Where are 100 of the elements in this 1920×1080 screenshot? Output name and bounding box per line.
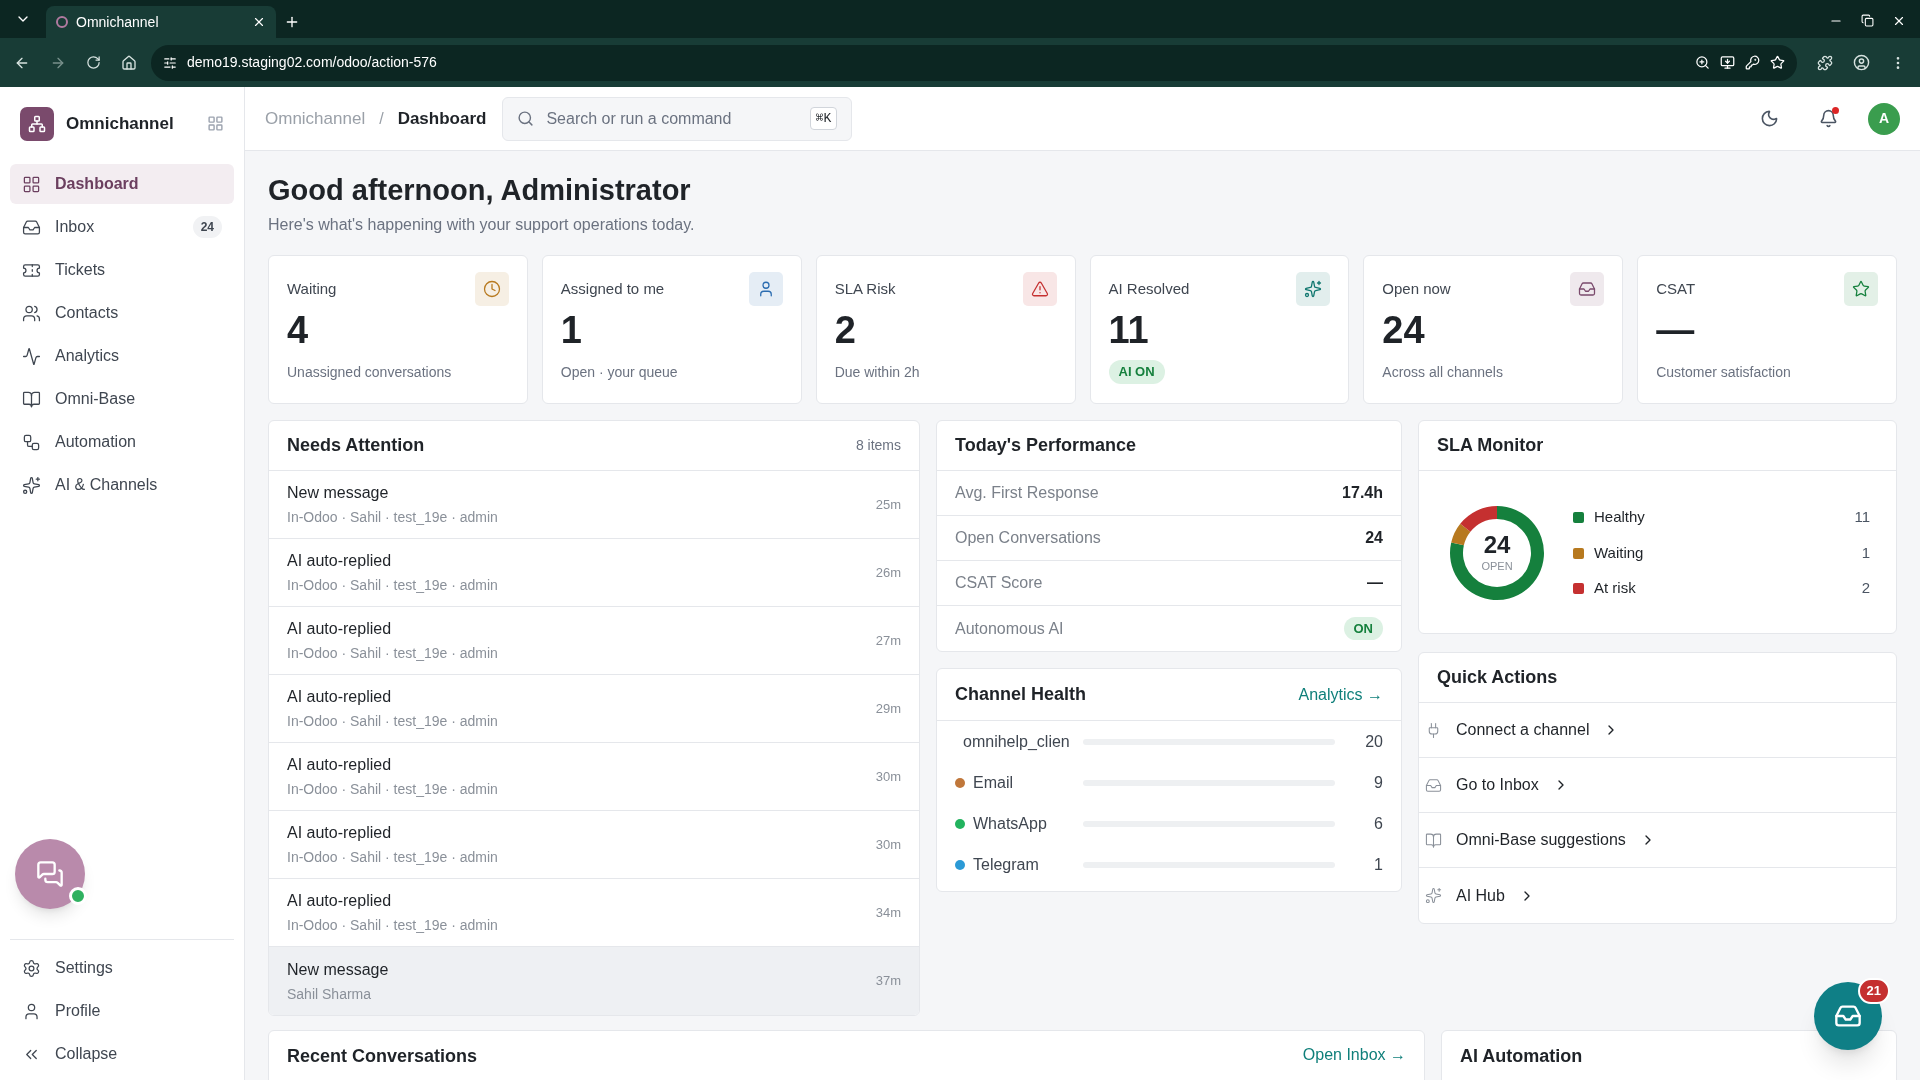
card-title: Needs Attention [287, 434, 425, 457]
profile-icon[interactable] [1853, 54, 1870, 71]
extensions-icon[interactable] [1817, 54, 1833, 71]
attention-item[interactable]: AI auto-replied In-Odoo · Sahil · test_19e · admin 29m [269, 675, 919, 743]
stat-value: 11 [1108, 308, 1150, 352]
nav-item[interactable]: Automation [10, 422, 234, 462]
item-meta: In-Odoo · Sahil · test_19e · admin [287, 848, 499, 867]
stat-label: Open now [1382, 278, 1451, 299]
nav-item[interactable]: Contacts [10, 293, 234, 333]
nav-item[interactable]: Collapse [10, 1034, 234, 1074]
item-title: AI auto-replied [287, 551, 393, 571]
channel-name: Email [973, 772, 1013, 793]
legend-count: 1 [1861, 542, 1870, 563]
site-settings-icon[interactable] [163, 55, 177, 70]
attention-item[interactable]: New message In-Odoo · Sahil · test_19e · admin 25m [269, 471, 919, 539]
item-time: 27m [875, 631, 901, 650]
card-title: Today's Performance [955, 434, 1136, 457]
key-icon[interactable] [1745, 55, 1760, 70]
analytics-link[interactable]: Analytics → [1298, 682, 1383, 707]
item-time: 29m [875, 699, 901, 718]
item-time: 25m [875, 495, 901, 514]
greeting-title: Good afternoon, Administrator [268, 173, 692, 207]
notifications-button[interactable] [1819, 109, 1838, 128]
status-badge: ON [1343, 616, 1383, 641]
restore-icon[interactable] [1861, 14, 1874, 27]
settings-icon [22, 958, 41, 978]
workflow-icon [22, 432, 41, 452]
item-time: 37m [875, 972, 901, 991]
new-tab-icon[interactable] [284, 14, 300, 30]
quick-action-item[interactable]: Go to Inbox [1419, 758, 1896, 813]
stat-value: 4 [287, 308, 310, 352]
stat-caption: Due within 2h [834, 363, 921, 382]
item-title: AI auto-replied [287, 687, 393, 707]
item-meta: In-Odoo · Sahil · test_19e · admin [287, 644, 499, 663]
item-title: AI auto-replied [287, 891, 393, 911]
item-meta: In-Odoo · Sahil · test_19e · admin [287, 576, 499, 595]
attention-item[interactable]: AI auto-replied In-Odoo · Sahil · test_19e · admin 30m [269, 811, 919, 879]
stat-label: Assigned to me [560, 278, 665, 299]
zoom-icon[interactable] [1695, 55, 1710, 70]
item-title: New message [287, 483, 390, 503]
pulse-icon [22, 346, 41, 366]
search-icon [517, 110, 535, 127]
nav-item[interactable]: Analytics [10, 336, 234, 376]
grid-icon [22, 174, 41, 194]
tab-favicon-icon [56, 16, 68, 28]
channel-count: 20 [1364, 731, 1383, 752]
greeting-subtitle: Here's what's happening with your support operations today. [268, 215, 696, 235]
unread-count-badge: 21 [1857, 978, 1890, 1004]
stat-caption: Open · your queue [560, 363, 679, 382]
chat-icon [36, 860, 64, 888]
open-inbox-link[interactable]: Open Inbox → [1302, 1043, 1406, 1067]
item-meta: In-Odoo · Sahil · test_19e · admin [287, 712, 499, 731]
card-title: Recent Conversations [287, 1045, 478, 1068]
app-name: Omnichannel [66, 112, 175, 135]
stat-label: SLA Risk [834, 278, 896, 299]
search-field[interactable]: Search or run a command ⌘K [502, 96, 853, 141]
item-meta: In-Odoo · Sahil · test_19e · admin [287, 780, 499, 799]
breadcrumb-current: Dashboard [397, 107, 487, 130]
breadcrumb-separator: / [379, 108, 384, 129]
attention-item[interactable]: AI auto-replied In-Odoo · Sahil · test_19e · admin 26m [269, 539, 919, 607]
item-title: New message [287, 959, 390, 980]
quick-action-item[interactable]: AI Hub [1419, 868, 1896, 923]
nav-item[interactable]: Tickets [10, 250, 234, 290]
install-icon[interactable] [1720, 55, 1735, 70]
status-badge: AI ON [1108, 360, 1165, 384]
legend-label: Healthy [1594, 507, 1646, 528]
metric-value: — [1367, 573, 1383, 593]
channel-count: 9 [1373, 772, 1383, 793]
close-icon[interactable] [1892, 14, 1906, 28]
address-bar[interactable]: demo19.staging02.com/odoo/action-576 [151, 44, 1797, 81]
home-icon[interactable] [121, 54, 137, 71]
nav-item[interactable]: Settings [10, 948, 234, 988]
attention-item[interactable]: AI auto-replied In-Odoo · Sahil · test_19e · admin 27m [269, 607, 919, 675]
url-text: demo19.staging02.com/odoo/action-576 [187, 53, 438, 72]
nav-item[interactable]: Omni-Base [10, 379, 234, 419]
attention-item[interactable]: AI auto-replied In-Odoo · Sahil · test_19e · admin 30m [269, 743, 919, 811]
metric-label: Autonomous AI [955, 618, 1064, 639]
inbox-icon [1425, 776, 1442, 794]
sparkles-icon [1425, 887, 1442, 904]
reload-icon[interactable] [86, 55, 101, 70]
moon-icon[interactable] [1760, 109, 1779, 128]
metric-label: Open Conversations [955, 528, 1101, 548]
nav-item[interactable]: Profile [10, 991, 234, 1031]
nav-item[interactable]: AI & Channels [10, 465, 234, 505]
people-icon [22, 303, 41, 323]
stat-label: AI Resolved [1108, 278, 1190, 299]
app-logo-icon [20, 106, 54, 141]
donut-total: 24 [1483, 531, 1511, 558]
nav-item[interactable]: Dashboard [10, 164, 234, 204]
chat-widget-button[interactable] [15, 839, 85, 909]
browser-tab[interactable]: Omnichannel [46, 6, 276, 38]
bookmark-icon[interactable] [1770, 55, 1785, 70]
quick-action-item[interactable]: Omni-Base suggestions [1419, 813, 1896, 868]
item-title: AI auto-replied [287, 823, 393, 843]
item-meta: In-Odoo · Sahil · test_19e · admin [287, 916, 499, 935]
quick-action-item[interactable]: Connect a channel [1419, 703, 1896, 758]
attention-item[interactable]: New message Sahil Sharma 37m [269, 947, 919, 1015]
close-icon[interactable] [252, 15, 266, 29]
channel-name: WhatsApp [973, 813, 1047, 834]
nav-item[interactable]: Inbox 24 [10, 207, 234, 247]
